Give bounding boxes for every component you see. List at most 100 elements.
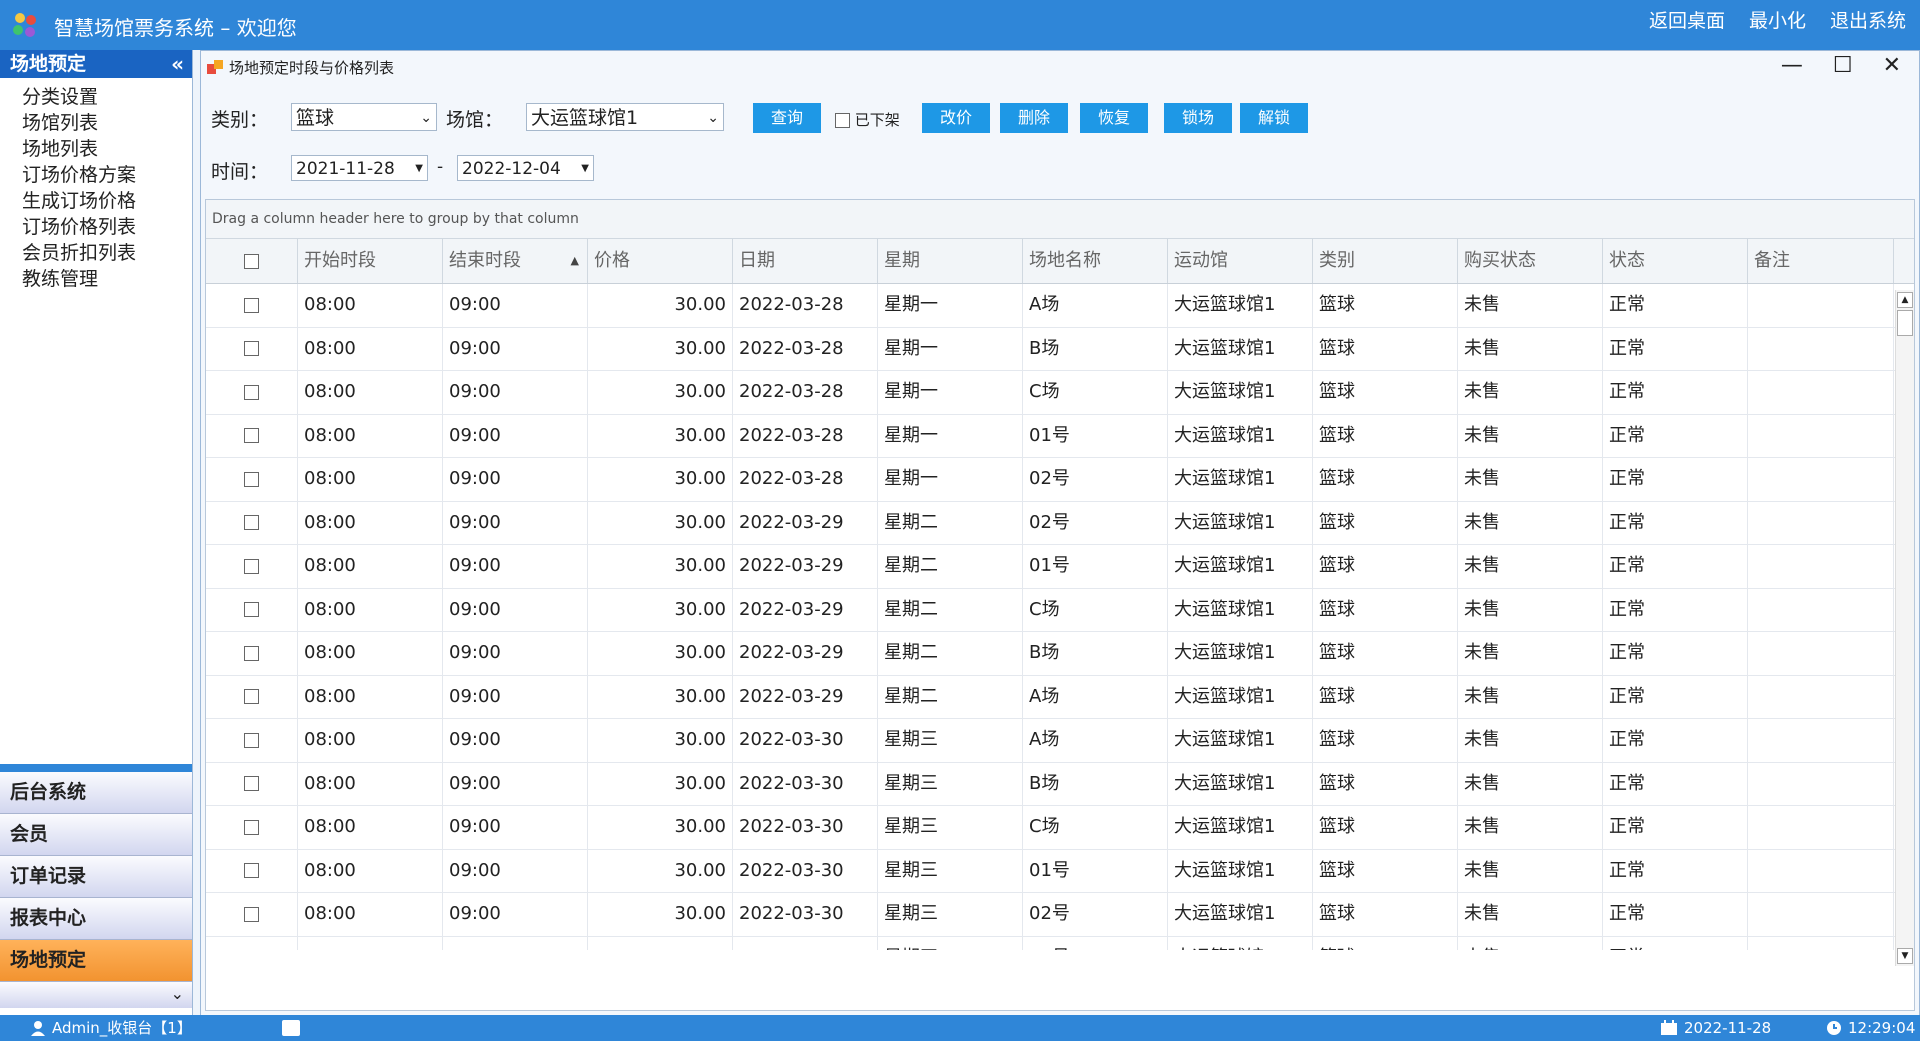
sidebar-item-generate-price[interactable]: 生成订场价格 xyxy=(22,188,192,214)
table-row[interactable]: 08:00 09:00 30.00 2022-03-29 星期二 A场 大运篮球馆1 篮球 未售… xyxy=(206,675,1914,719)
scroll-thumb[interactable] xyxy=(1897,310,1913,336)
column-header-category[interactable]: 类别 xyxy=(1313,239,1458,283)
sidebar-item-price-plan[interactable]: 订场价格方案 xyxy=(22,162,192,188)
cell-end: 09:00 xyxy=(443,675,588,718)
cell-gym: 大运篮球馆1 xyxy=(1168,632,1313,675)
reprice-button[interactable]: 改价 xyxy=(922,103,990,133)
sidebar-item-member-discount[interactable]: 会员折扣列表 xyxy=(22,240,192,266)
date-to-field[interactable]: 2022-12-04 ▼ xyxy=(457,155,594,181)
table-row[interactable]: 08:00 09:00 30.00 2022-03-29 星期二 01号 大运篮球馆1 篮球未… xyxy=(206,545,1914,589)
row-checkbox[interactable] xyxy=(244,602,259,618)
row-checkbox[interactable] xyxy=(244,645,259,661)
row-checkbox[interactable] xyxy=(244,776,259,792)
vertical-scrollbar[interactable]: ▲ ▼ xyxy=(1895,290,1914,966)
category-select[interactable]: 篮球 ⌄ xyxy=(291,103,437,131)
row-checkbox[interactable] xyxy=(244,558,259,574)
row-checkbox[interactable] xyxy=(244,819,259,835)
sidebar-item-court-list[interactable]: 场地列表 xyxy=(22,136,192,162)
table-row[interactable]: 08:00 09:00 30.00 2022-03-28 星期一 02号 大运篮球馆1 篮球未… xyxy=(206,458,1914,502)
maximize-icon[interactable]: ☐ xyxy=(1833,53,1853,78)
note-icon[interactable] xyxy=(282,1020,300,1036)
select-all-checkbox[interactable] xyxy=(244,253,259,269)
cell-court: C场 xyxy=(1023,588,1168,631)
column-header-date[interactable]: 日期 xyxy=(733,239,878,283)
row-checkbox[interactable] xyxy=(244,515,259,531)
scroll-down-icon[interactable]: ▼ xyxy=(1897,948,1913,964)
delete-button[interactable]: 删除 xyxy=(1000,103,1068,133)
accordion-more[interactable]: ⌄ xyxy=(0,982,192,1008)
collapse-sidebar-icon[interactable]: « xyxy=(171,50,184,78)
accordion-venue-booking[interactable]: 场地预定 xyxy=(0,940,192,982)
row-checkbox[interactable] xyxy=(244,341,259,357)
accordion-member[interactable]: 会员 xyxy=(0,814,192,856)
off-shelf-checkbox[interactable]: 已下架 xyxy=(835,109,900,130)
cell-category: 篮球 xyxy=(1313,501,1458,544)
row-checkbox[interactable] xyxy=(244,863,259,879)
accordion-orders[interactable]: 订单记录 xyxy=(0,856,192,898)
scroll-up-icon[interactable]: ▲ xyxy=(1897,292,1913,308)
table-row[interactable]: 08:00 09:00 30.00 2022-03-29 星期二 02号 大运篮球馆1 篮球未… xyxy=(206,501,1914,545)
column-header-status[interactable]: 状态 xyxy=(1603,239,1748,283)
cell-court: 02号 xyxy=(1023,936,1168,950)
sidebar-item-coach-management[interactable]: 教练管理 xyxy=(22,266,192,292)
sidebar-splitter[interactable] xyxy=(0,764,192,772)
exit-system-button[interactable]: 退出系统 xyxy=(1830,6,1906,33)
cell-price: 30.00 xyxy=(588,414,733,457)
row-checkbox[interactable] xyxy=(244,906,259,922)
row-checkbox[interactable] xyxy=(244,732,259,748)
column-header-court[interactable]: 场地名称 xyxy=(1023,239,1168,283)
table-row[interactable]: 08:0009:0030.002022-03-31星期四02号大运篮球馆1篮球未… xyxy=(206,936,1914,950)
column-header-purchase-status[interactable]: 购买状态 xyxy=(1458,239,1603,283)
table-row[interactable]: 08:00 09:00 30.00 2022-03-28 星期一 01号 大运篮球馆1 篮球未… xyxy=(206,414,1914,458)
restore-button[interactable]: 恢复 xyxy=(1080,103,1148,133)
column-header-price[interactable]: 价格 xyxy=(588,239,733,283)
column-header-end[interactable]: 结束时段 ▲ xyxy=(443,239,588,283)
table-row[interactable]: 08:00 09:00 30.00 2022-03-30 星期三 A场 大运篮球馆1 篮球 未售… xyxy=(206,719,1914,763)
cell-status: 正常 xyxy=(1603,936,1748,950)
row-checkbox[interactable] xyxy=(244,471,259,487)
minimize-icon[interactable]: — xyxy=(1781,53,1803,78)
column-header-gym[interactable]: 运动馆 xyxy=(1168,239,1313,283)
window-controls: — ☐ ✕ xyxy=(1781,53,1901,78)
table-row[interactable]: 08:00 09:00 30.00 2022-03-28 星期一 B场 大运篮球馆1 篮球 未售… xyxy=(206,327,1914,371)
off-shelf-checkbox-box[interactable] xyxy=(835,113,850,128)
row-checkbox[interactable] xyxy=(244,384,259,400)
window-icon xyxy=(207,59,223,76)
venue-select[interactable]: 大运篮球馆1 ⌄ xyxy=(526,103,724,131)
table-row[interactable]: 08:00 09:00 30.00 2022-03-30 星期三 02号 大运篮球馆1 篮球未… xyxy=(206,893,1914,937)
query-button[interactable]: 查询 xyxy=(753,103,821,133)
date-from-field[interactable]: 2021-11-28 ▼ xyxy=(291,155,428,181)
cell-remark xyxy=(1748,936,1894,950)
table-row[interactable]: 08:00 09:00 30.00 2022-03-30 星期三 C场 大运篮球馆1 篮球 未售… xyxy=(206,806,1914,850)
accordion-backend[interactable]: 后台系统 xyxy=(0,772,192,814)
cell-gym: 大运篮球馆1 xyxy=(1168,501,1313,544)
cell-price: 30.00 xyxy=(588,632,733,675)
column-header-remark[interactable]: 备注 xyxy=(1748,239,1894,283)
return-desktop-button[interactable]: 返回桌面 xyxy=(1649,6,1725,33)
group-by-panel[interactable]: Drag a column header here to group by th… xyxy=(206,200,1914,239)
table-row[interactable]: 08:00 09:00 30.00 2022-03-28 星期一 C场 大运篮球馆1 篮球 未售… xyxy=(206,371,1914,415)
table-row[interactable]: 08:00 09:00 30.00 2022-03-29 星期二 C场 大运篮球馆1 篮球 未售… xyxy=(206,588,1914,632)
minimize-app-button[interactable]: 最小化 xyxy=(1749,6,1806,33)
column-header-start[interactable]: 开始时段 xyxy=(298,239,443,283)
column-header-weekday[interactable]: 星期 xyxy=(878,239,1023,283)
lock-court-button[interactable]: 锁场 xyxy=(1164,103,1232,133)
sidebar-item-category-settings[interactable]: 分类设置 xyxy=(22,84,192,110)
sidebar-header: 场地预定 « xyxy=(0,50,192,78)
unlock-court-button[interactable]: 解锁 xyxy=(1240,103,1308,133)
accordion-reports[interactable]: 报表中心 xyxy=(0,898,192,940)
cell-status: 正常 xyxy=(1603,545,1748,588)
cell-date: 2022-03-30 xyxy=(733,849,878,892)
row-checkbox[interactable] xyxy=(244,428,259,444)
row-checkbox[interactable] xyxy=(244,297,259,313)
table-row[interactable]: 08:00 09:00 30.00 2022-03-30 星期三 01号 大运篮球馆1 篮球未… xyxy=(206,849,1914,893)
cell-remark xyxy=(1748,675,1894,718)
cell-purchase-status: 未售 xyxy=(1458,371,1603,414)
table-row[interactable]: 08:00 09:00 30.00 2022-03-29 星期二 B场 大运篮球馆1 篮球 未售… xyxy=(206,632,1914,676)
close-icon[interactable]: ✕ xyxy=(1883,53,1901,78)
table-row[interactable]: 08:00 09:00 30.00 2022-03-28 星期一 A场 大运篮球馆1 篮球 未售… xyxy=(206,284,1914,328)
sidebar-item-price-list[interactable]: 订场价格列表 xyxy=(22,214,192,240)
table-row[interactable]: 08:00 09:00 30.00 2022-03-30 星期三 B场 大运篮球馆1 篮球 未售… xyxy=(206,762,1914,806)
row-checkbox[interactable] xyxy=(244,689,259,705)
sidebar-item-venue-list[interactable]: 场馆列表 xyxy=(22,110,192,136)
